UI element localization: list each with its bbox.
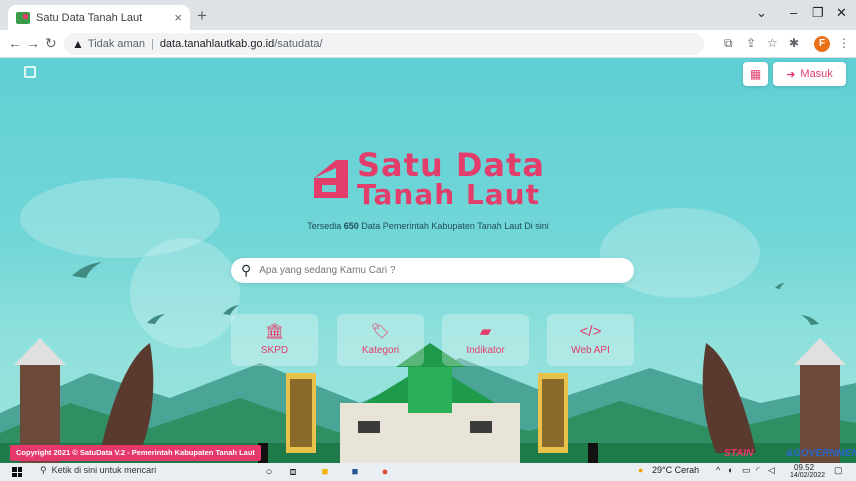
- search-input[interactable]: [259, 265, 600, 276]
- weather-text[interactable]: 29°C Cerah: [652, 465, 699, 475]
- taskbar-search[interactable]: ⚲ Ketik di sini untuk mencari: [40, 465, 156, 476]
- category-label: Kategori: [361, 345, 400, 356]
- close-window-icon[interactable]: ✕: [836, 5, 847, 21]
- clock-date[interactable]: 14/02/2022: [790, 472, 825, 479]
- sponsor-logo-b: &GOVERNMENT: [786, 448, 856, 459]
- category-indikator[interactable]: ▰ Indikator: [442, 314, 529, 366]
- browser-tab[interactable]: Satu Data Tanah Laut ×: [8, 5, 190, 30]
- warning-icon: ▲: [72, 37, 84, 51]
- menu-dots-icon[interactable]: ⋮: [838, 36, 850, 50]
- tab-close-icon[interactable]: ×: [174, 10, 182, 25]
- tab-title: Satu Data Tanah Laut: [36, 11, 143, 24]
- security-label[interactable]: Tidak aman: [88, 38, 145, 50]
- scenery-illustration: [0, 338, 856, 463]
- task-view-icon[interactable]: ⧈: [286, 465, 300, 479]
- profile-avatar[interactable]: F: [814, 36, 830, 52]
- chrome-icon[interactable]: ●: [378, 465, 392, 479]
- address-bar[interactable]: ▲ Tidak aman | data.tanahlautkab.go.id /…: [64, 33, 704, 55]
- search-icon: ⚲: [241, 262, 252, 278]
- weather-icon: ●: [638, 465, 644, 475]
- taskbar-search-placeholder: Ketik di sini untuk mencari: [51, 465, 157, 475]
- network-icon[interactable]: ◐: [728, 465, 733, 475]
- page-content: ▦ ➜ Masuk Satu Data Tanah Laut Tersedia …: [0, 58, 856, 463]
- tags-icon: 🏷: [370, 323, 391, 340]
- tray-chevron-icon[interactable]: ^: [716, 465, 720, 475]
- fullscreen-icon[interactable]: [24, 66, 36, 78]
- bird-icon: [72, 262, 102, 278]
- translate-icon[interactable]: ⧉: [724, 36, 733, 51]
- new-tab-icon[interactable]: +: [197, 6, 207, 26]
- login-button-label: Masuk: [800, 68, 833, 80]
- volume-icon[interactable]: ◁: [768, 465, 775, 476]
- bird-icon: [775, 283, 785, 289]
- code-icon: </>: [579, 323, 602, 340]
- browser-tab-strip: Satu Data Tanah Laut × + ⌄ – ❐ ✕: [0, 0, 856, 30]
- category-label: Indikator: [466, 345, 505, 356]
- minimize-icon[interactable]: –: [790, 5, 797, 20]
- sponsor-logo-a: STAIN: [724, 448, 754, 459]
- tagline: Tersedia 650 Data Pemerintah Kabupaten T…: [0, 221, 856, 231]
- forward-icon[interactable]: →: [26, 35, 40, 51]
- copyright-text: Copyright 2021 © SatuData V.2 - Pemerint…: [10, 445, 261, 461]
- browser-toolbar: ← → ↻ ▲ Tidak aman | data.tanahlautkab.g…: [0, 30, 856, 58]
- windows-taskbar: ⚲ Ketik di sini untuk mencari ○ ⧈ ■ ■ ● …: [0, 463, 856, 481]
- clock-time[interactable]: 09.52: [794, 463, 814, 472]
- url-host: data.tanahlautkab.go.id: [159, 38, 275, 50]
- restore-icon[interactable]: ❐: [812, 5, 824, 21]
- apps-grid-button[interactable]: ▦: [743, 62, 768, 86]
- windows-start-icon[interactable]: [12, 467, 22, 477]
- search-box[interactable]: ⚲: [231, 258, 634, 283]
- file-explorer-icon[interactable]: ■: [318, 465, 332, 479]
- tagline-prefix: Tersedia: [307, 221, 344, 231]
- notification-icon[interactable]: ▢: [834, 465, 843, 476]
- wifi-icon[interactable]: ◜: [756, 465, 760, 476]
- institution-icon: 🏛: [264, 323, 285, 340]
- tab-search-chevron-icon[interactable]: ⌄: [756, 5, 767, 21]
- cortana-icon[interactable]: ○: [262, 465, 276, 479]
- grid-icon: ▦: [749, 67, 762, 81]
- dataset-count: 650: [343, 221, 359, 231]
- login-icon: ➜: [786, 68, 796, 81]
- category-web-api[interactable]: </> Web API: [547, 314, 634, 366]
- logo-title-line2: Tanah Laut: [357, 178, 540, 211]
- url-path: /satudata/: [274, 38, 323, 50]
- word-icon[interactable]: ■: [348, 465, 362, 479]
- bookmark-star-icon[interactable]: ☆: [767, 36, 778, 50]
- folder-icon: ▰: [479, 323, 492, 340]
- login-button[interactable]: ➜ Masuk: [773, 62, 846, 86]
- satu-data-logo-icon: [314, 160, 348, 198]
- tagline-suffix: Data Pemerintah Kabupaten Tanah Laut Di …: [358, 221, 549, 231]
- reload-icon[interactable]: ↻: [45, 35, 57, 52]
- category-kategori[interactable]: 🏷 Kategori: [337, 314, 424, 366]
- extensions-icon[interactable]: ✱: [789, 36, 799, 50]
- site-favicon-icon: [16, 11, 30, 24]
- category-label: Web API: [571, 345, 610, 356]
- back-icon[interactable]: ←: [8, 35, 22, 51]
- category-label: SKPD: [260, 345, 289, 356]
- category-skpd[interactable]: 🏛 SKPD: [231, 314, 318, 366]
- share-icon[interactable]: ⇪: [746, 36, 756, 50]
- battery-icon[interactable]: ▭: [742, 465, 751, 476]
- cloud-decoration: [20, 178, 220, 258]
- url-separator: |: [150, 38, 154, 50]
